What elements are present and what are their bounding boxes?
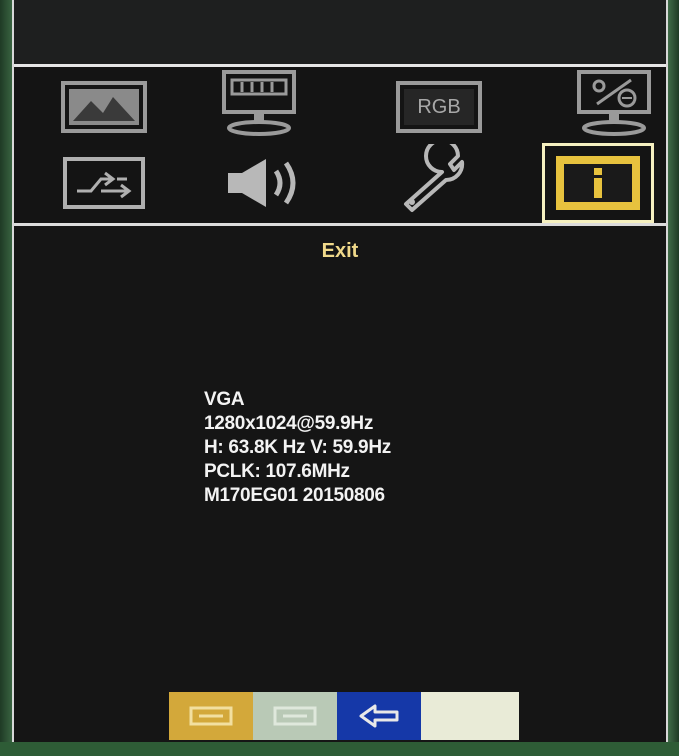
osd-button-bar — [169, 692, 519, 740]
blank-button[interactable] — [421, 692, 519, 740]
info-icon[interactable] — [542, 143, 654, 223]
resolution-text: 1280x1024@59.9Hz — [204, 413, 374, 434]
monitor-settings-icon[interactable] — [559, 67, 669, 139]
osd-menu: RGB Exit VGA 1280x1024@59.9Hz H: 63.8K H… — [12, 0, 668, 742]
osd-header — [14, 0, 666, 67]
display-adjust-icon[interactable] — [204, 67, 314, 139]
pclk-text: PCLK: 107.6MHz — [204, 461, 350, 482]
frequency-text: H: 63.8K Hz V: 59.9Hz — [204, 437, 391, 458]
rgb-color-icon[interactable]: RGB — [384, 71, 494, 143]
menu-button[interactable] — [169, 692, 253, 740]
input-source-icon[interactable] — [49, 147, 159, 219]
monitor-bezel-bottom — [0, 742, 679, 756]
select-icon — [273, 706, 317, 726]
info-panel: VGA 1280x1024@59.9Hz H: 63.8K Hz V: 59.9… — [204, 388, 391, 508]
back-button[interactable] — [337, 692, 421, 740]
select-button[interactable] — [253, 692, 337, 740]
rgb-label: RGB — [417, 95, 461, 118]
signal-type: VGA — [204, 389, 245, 410]
osd-icon-grid: RGB — [14, 67, 666, 226]
model-text: M170EG01 20150806 — [204, 485, 385, 506]
menu-icon — [189, 706, 233, 726]
osd-content: Exit VGA 1280x1024@59.9Hz H: 63.8K Hz V:… — [14, 226, 666, 742]
back-arrow-icon — [359, 704, 399, 728]
picture-icon[interactable] — [49, 71, 159, 143]
audio-speaker-icon[interactable] — [212, 147, 322, 219]
wrench-tools-icon[interactable] — [382, 143, 492, 215]
exit-title[interactable]: Exit — [14, 240, 666, 263]
